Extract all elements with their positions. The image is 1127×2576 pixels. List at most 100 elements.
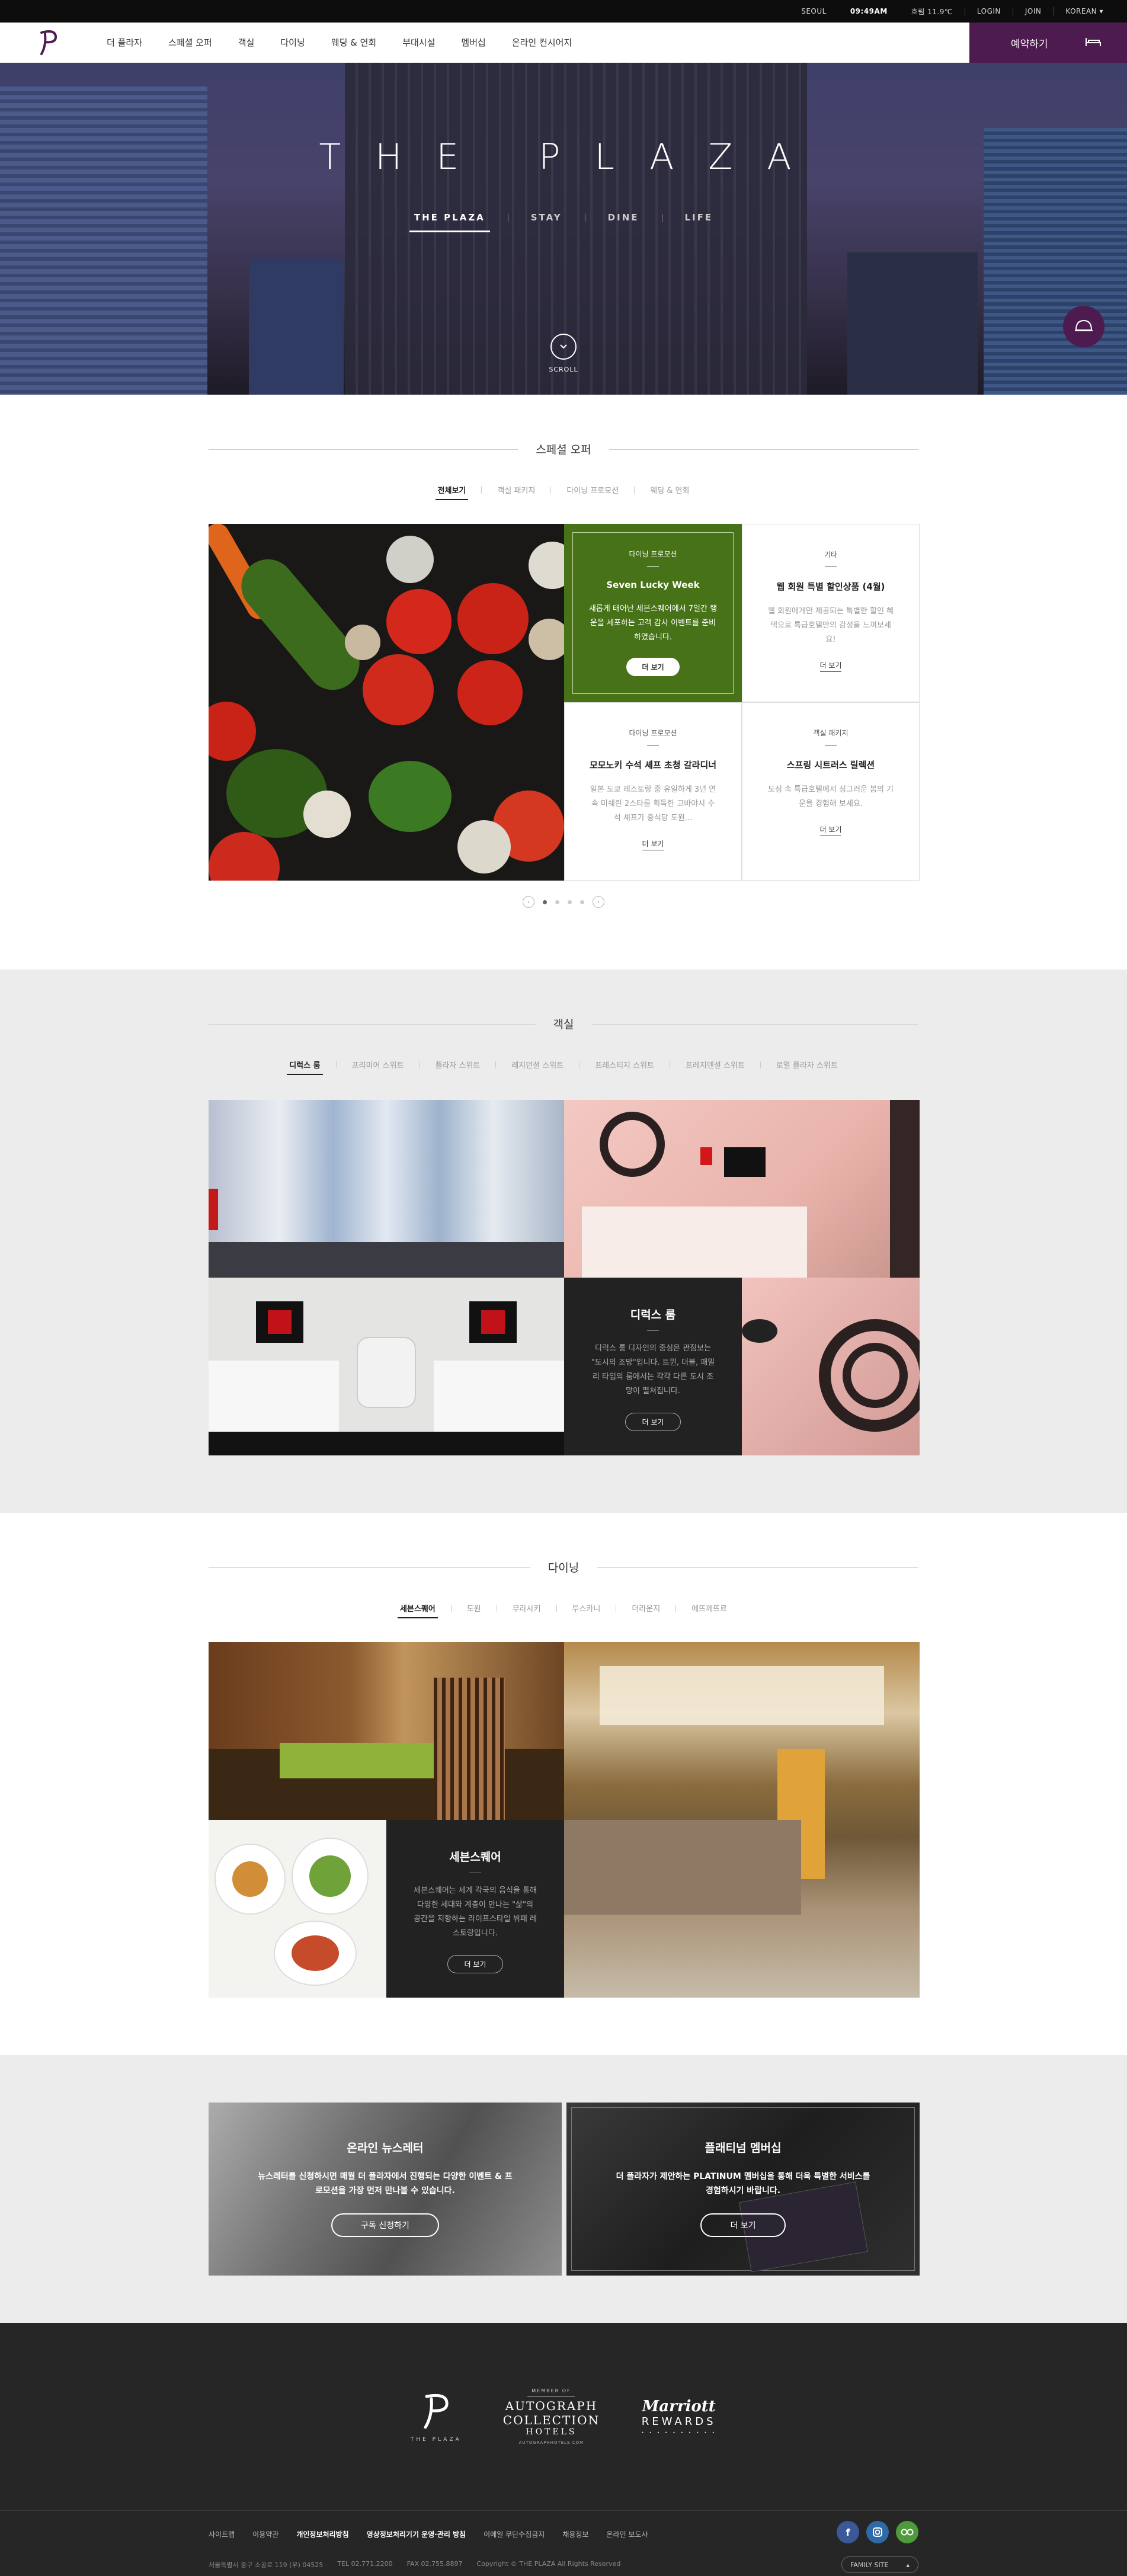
filter-deluxe[interactable]: 디럭스 룸 — [274, 1059, 335, 1075]
rooms-section: 객실 디럭스 룸 프리미어 스위트 플라자 스위트 레지던셜 스위트 프레스티지… — [0, 969, 1127, 1513]
more-link[interactable]: 더 보기 — [819, 824, 842, 836]
filter-residential-suite[interactable]: 레지던셜 스위트 — [496, 1059, 579, 1070]
next-arrow-icon[interactable]: › — [593, 896, 604, 908]
nav-item-facilities[interactable]: 부대시설 — [389, 36, 448, 49]
rooms-heading: 객실 — [0, 1016, 1127, 1032]
privacy-policy-link[interactable]: 개인정보처리방침 — [296, 2529, 366, 2539]
press-link[interactable]: 온라인 보도사 — [607, 2529, 666, 2539]
filter-wedding[interactable]: 웨딩 & 연회 — [635, 484, 705, 495]
filter-dowon[interactable]: 도원 — [452, 1602, 497, 1614]
family-site-select[interactable]: FAMILY SITE ▴ — [841, 2556, 918, 2573]
room-pink-image[interactable] — [564, 1100, 920, 1278]
dining-heading: 다이닝 — [0, 1559, 1127, 1575]
careers-link[interactable]: 채용정보 — [562, 2529, 606, 2539]
filter-seven-square[interactable]: 세븐스퀘어 — [385, 1602, 451, 1618]
page-dot[interactable] — [568, 900, 572, 904]
filter-toscana[interactable]: 투스카니 — [557, 1602, 616, 1614]
offer-card-spring-citrus[interactable]: 객실 패키지 스프링 시트러스 릴렉션 도심 속 특급호텔에서 싱그러운 봄의 … — [742, 702, 920, 881]
more-button[interactable]: 더 보기 — [625, 1413, 681, 1431]
filter-patisserie[interactable]: 에뜨께뜨르 — [676, 1602, 742, 1614]
join-link[interactable]: JOIN — [1013, 0, 1054, 23]
offer-name: Seven Lucky Week — [606, 580, 700, 590]
nav-item-wedding[interactable]: 웨딩 & 연회 — [318, 36, 389, 49]
nav-item-special-offer[interactable]: 스페셜 오퍼 — [155, 36, 225, 49]
room-window-image[interactable] — [209, 1100, 564, 1278]
filter-prestige-suite[interactable]: 프레스티지 스위트 — [579, 1059, 670, 1070]
scroll-button[interactable]: SCROLL — [0, 334, 1127, 373]
newsletter-description: 뉴스레터를 신청하시면 매월 더 플라자에서 진행되는 다양한 이벤트 & 프로… — [258, 2172, 513, 2196]
offer-card-gala-dinner[interactable]: 다이닝 프로모션 모모노키 수석 셰프 초청 갈라디너 일본 도쿄 레스토랑 중… — [564, 702, 742, 881]
divider — [0, 2510, 1127, 2511]
chevron-up-icon: ▴ — [906, 2561, 910, 2569]
facebook-icon[interactable]: f — [837, 2521, 859, 2543]
hero-tab-the-plaza[interactable]: THE PLAZA — [392, 212, 508, 232]
offer-card-seven-lucky-week[interactable]: 다이닝 프로모션 Seven Lucky Week 새롭게 태어난 세븐스퀘어에… — [564, 524, 742, 702]
offer-category: 기타 — [824, 551, 838, 559]
footer-links: 사이트맵 이용약관 개인정보처리방침 영상정보처리기기 운영·관리 방침 이메일… — [209, 2529, 666, 2539]
page-dot[interactable] — [555, 900, 559, 904]
nav-item-dining[interactable]: 다이닝 — [267, 36, 318, 49]
hero-tab-life[interactable]: LIFE — [662, 212, 736, 223]
hero-building-right2 — [847, 252, 978, 395]
hero-tab-stay[interactable]: STAY — [508, 212, 585, 223]
restaurant-interior-image[interactable] — [209, 1642, 564, 1820]
page-dot[interactable] — [580, 900, 584, 904]
filter-plaza-suite[interactable]: 플라자 스위트 — [420, 1059, 495, 1070]
reserve-label: 예약하기 — [1011, 38, 1048, 50]
room-info-card: 디럭스 룸 디럭스 룸 디자인의 중심은 관점보는 "도시의 조망"입니다. 트… — [564, 1278, 742, 1455]
terms-link[interactable]: 이용약관 — [252, 2529, 296, 2539]
language-select[interactable]: KOREAN ▾ — [1054, 0, 1115, 23]
nav-item-concierge[interactable]: 온라인 컨시어지 — [499, 36, 585, 49]
hero-title: THE PLAZA — [319, 136, 826, 178]
social-links: f — [837, 2521, 918, 2543]
membership-description: 더 플라자가 제안하는 PLATINUM 멤버십을 통해 더욱 특별한 서비스를… — [616, 2172, 870, 2196]
prev-arrow-icon[interactable]: ‹ — [523, 896, 534, 908]
membership-card: 플래티넘 멤버십 더 플라자가 제안하는 PLATINUM 멤버십을 통해 더욱… — [566, 2103, 920, 2276]
address-text: 서울특별시 중구 소공로 119 (우) 04525 — [209, 2561, 324, 2569]
autograph-collection-logo[interactable]: MEMBER OF AUTOGRAPH COLLECTION HOTELS AU… — [503, 2388, 600, 2445]
more-link[interactable]: 더 보기 — [642, 839, 664, 850]
filter-royal-suite[interactable]: 로열 플라자 스위트 — [761, 1059, 853, 1070]
buffet-counter-image[interactable] — [564, 1642, 920, 1998]
fax-text: FAX 02.755.8897 — [406, 2560, 463, 2568]
nav-item-membership[interactable]: 멤버십 — [448, 36, 498, 49]
dining-title: 다이닝 — [530, 1561, 597, 1575]
nav-item-rooms[interactable]: 객실 — [225, 36, 268, 49]
more-link[interactable]: 더 보기 — [819, 660, 842, 672]
footer-plaza-logo[interactable]: THE PLAZA — [411, 2391, 462, 2443]
reserve-button[interactable]: 예약하기 — [969, 23, 1127, 63]
instagram-icon[interactable] — [866, 2521, 889, 2543]
filter-presidential-suite[interactable]: 프레지덴셜 스위트 — [670, 1059, 760, 1070]
room-twin-beds-image[interactable] — [209, 1278, 564, 1455]
sitemap-link[interactable]: 사이트맵 — [209, 2529, 252, 2539]
more-button[interactable]: 더 보기 — [700, 2213, 786, 2237]
city-label: SEOUL — [801, 7, 827, 15]
filter-all[interactable]: 전체보기 — [422, 484, 482, 500]
filter-the-lounge[interactable]: 더라운지 — [616, 1602, 675, 1614]
room-mirror-image[interactable] — [742, 1278, 920, 1455]
dishes-image[interactable] — [209, 1820, 386, 1998]
login-link[interactable]: LOGIN — [965, 0, 1013, 23]
offer-card-web-member[interactable]: 기타 웹 회원 특별 할인상품 (4월) 웹 회원에게만 제공되는 특별한 할인… — [742, 524, 920, 702]
offer-name: 모모노키 수석 셰프 초청 갈라디너 — [589, 760, 717, 770]
subscribe-button[interactable]: 구독 신청하기 — [331, 2213, 439, 2237]
filter-premier-suite[interactable]: 프리미어 스위트 — [337, 1059, 420, 1070]
more-button[interactable]: 더 보기 — [447, 1955, 504, 1973]
vegetables-image[interactable] — [209, 524, 564, 881]
filter-room-package[interactable]: 객실 패키지 — [482, 484, 550, 495]
filter-murasaki[interactable]: 무라사키 — [497, 1602, 556, 1614]
hero-tab-dine[interactable]: DINE — [585, 212, 662, 223]
cctv-policy-link[interactable]: 영상정보처리기기 운영·관리 방침 — [367, 2529, 484, 2539]
email-policy-link[interactable]: 이메일 무단수집금지 — [484, 2529, 562, 2539]
nav-item-the-plaza[interactable]: 더 플라자 — [94, 36, 155, 49]
concierge-bell-button[interactable] — [1063, 306, 1104, 347]
more-button[interactable]: 더 보기 — [626, 658, 680, 676]
hero-banner: THE PLAZA THE PLAZA STAY DINE LIFE SCROL… — [0, 63, 1127, 395]
page-dot[interactable] — [543, 900, 547, 904]
marriott-rewards-logo[interactable]: Marriott REWARDS • • • • • • • • • • — [641, 2398, 716, 2436]
tripadvisor-icon[interactable] — [896, 2521, 918, 2543]
membership-title: 플래티넘 멤버십 — [705, 2142, 782, 2155]
plaza-logo[interactable] — [27, 25, 70, 60]
offer-grid: 다이닝 프로모션 Seven Lucky Week 새롭게 태어난 세븐스퀘어에… — [209, 524, 920, 881]
filter-dining-promotion[interactable]: 다이닝 프로모션 — [551, 484, 634, 495]
